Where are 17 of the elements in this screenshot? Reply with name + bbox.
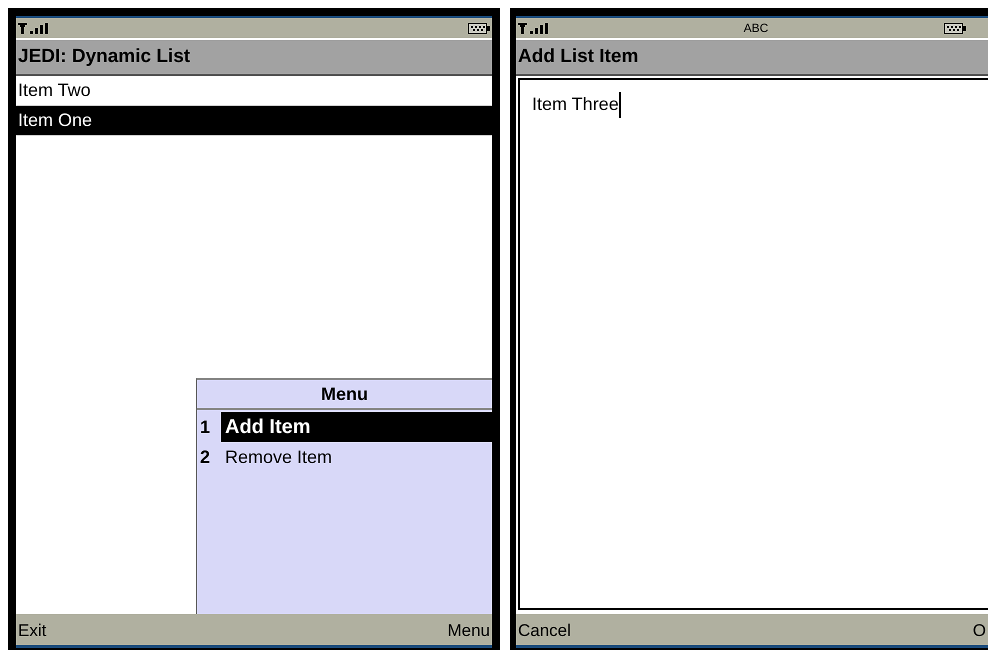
item-number: 1 xyxy=(199,416,212,438)
screen-title: JEDI: Dynamic List xyxy=(18,46,190,68)
input-mode: ABC xyxy=(744,21,768,35)
text-field[interactable]: Item Three xyxy=(518,78,988,610)
battery-icon xyxy=(944,22,966,34)
menu-title: Menu xyxy=(197,380,492,410)
softkey[interactable]: Cancel xyxy=(518,621,571,641)
menu-item[interactable]: Add Item xyxy=(221,412,492,442)
item-number: 2 xyxy=(199,446,212,468)
battery-icon xyxy=(468,22,490,34)
softkey[interactable]: Menu xyxy=(447,621,490,641)
text-caret xyxy=(618,92,621,118)
screen-title: Add List Item xyxy=(518,46,638,68)
menu-item[interactable]: Remove Item xyxy=(221,442,492,472)
softkey[interactable]: Exit xyxy=(18,621,46,641)
softkey[interactable]: O xyxy=(972,621,986,641)
list-item[interactable]: Item One xyxy=(16,106,492,136)
